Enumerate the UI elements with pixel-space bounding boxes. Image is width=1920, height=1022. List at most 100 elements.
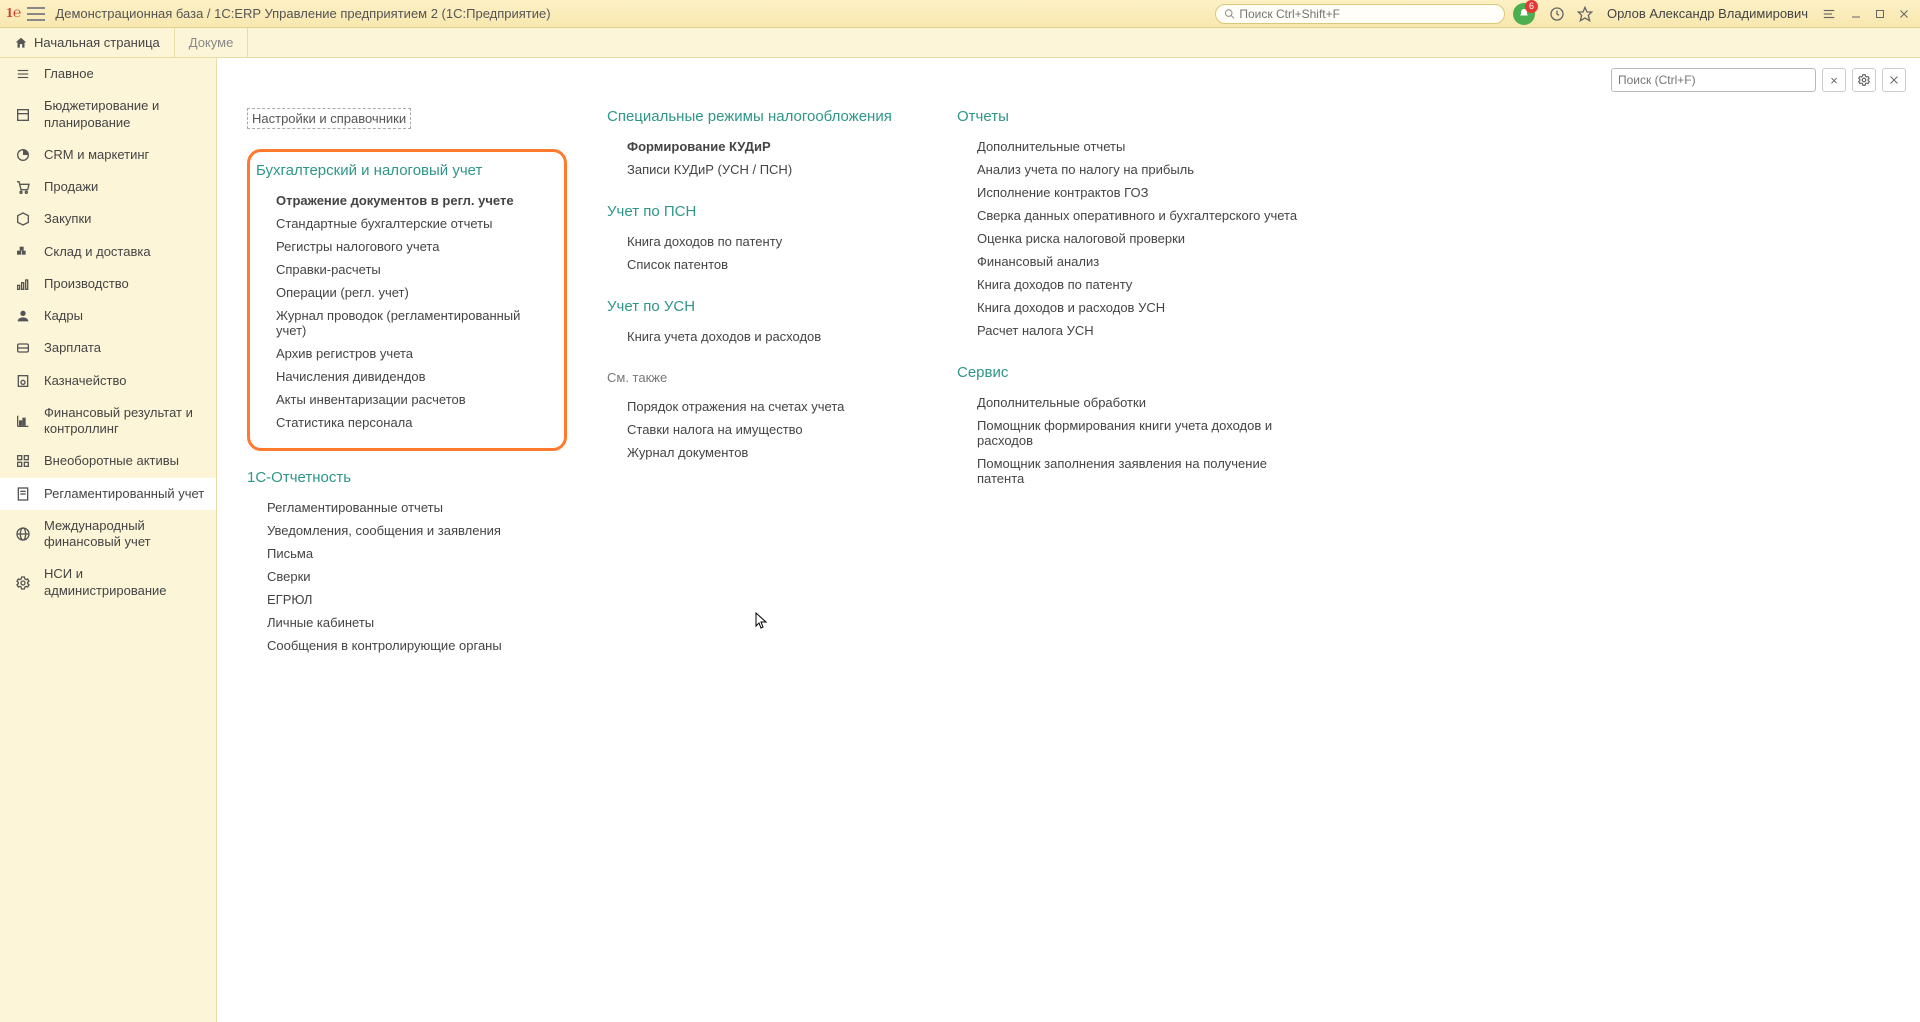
- section-1c-reporting[interactable]: 1С-Отчетность: [247, 469, 567, 486]
- content-search-input[interactable]: [1618, 73, 1809, 87]
- nav-icon: [14, 486, 32, 502]
- menu-link[interactable]: Стандартные бухгалтерские отчеты: [256, 212, 552, 235]
- nav-icon: [14, 107, 32, 123]
- menu-link[interactable]: Книга учета доходов и расходов: [607, 325, 917, 348]
- minimize-icon: [1850, 8, 1862, 20]
- menu-link[interactable]: Книга доходов по патенту: [607, 230, 917, 253]
- sidebar-item-2[interactable]: CRM и маркетинг: [0, 139, 216, 171]
- global-search-input[interactable]: [1239, 7, 1496, 21]
- tab-documents-partial[interactable]: Докуме: [175, 28, 249, 57]
- menu-link[interactable]: ЕГРЮЛ: [247, 588, 567, 611]
- global-search[interactable]: [1215, 4, 1505, 24]
- sidebar-item-7[interactable]: Кадры: [0, 300, 216, 332]
- sidebar-item-3[interactable]: Продажи: [0, 171, 216, 203]
- menu-link[interactable]: Записи КУДиР (УСН / ПСН): [607, 158, 917, 181]
- sidebar-item-6[interactable]: Производство: [0, 268, 216, 300]
- menu-link[interactable]: Книга доходов по патенту: [957, 273, 1317, 296]
- sidebar-item-label: Кадры: [44, 308, 83, 324]
- minimize-button[interactable]: [1846, 4, 1866, 24]
- sidebar-item-8[interactable]: Зарплата: [0, 332, 216, 364]
- notification-count: 6: [1525, 0, 1538, 13]
- menu-link[interactable]: Дополнительные отчеты: [957, 135, 1317, 158]
- menu-link[interactable]: Статистика персонала: [256, 411, 552, 434]
- main-menu-burger[interactable]: [27, 7, 45, 21]
- menu-link[interactable]: Акты инвентаризации расчетов: [256, 388, 552, 411]
- favorites-button[interactable]: [1577, 6, 1593, 22]
- sidebar-item-label: Зарплата: [44, 340, 101, 356]
- sidebar-item-11[interactable]: Внеоборотные активы: [0, 445, 216, 477]
- nav-icon: [14, 308, 32, 324]
- section-reports[interactable]: Отчеты: [957, 108, 1317, 125]
- menu-link[interactable]: Помощник формирования книги учета доходо…: [957, 414, 1317, 452]
- menu-link[interactable]: Сообщения в контролирующие органы: [247, 634, 567, 657]
- sidebar-item-4[interactable]: Закупки: [0, 203, 216, 235]
- column-2: Специальные режимы налогообложения Форми…: [607, 108, 917, 486]
- close-button[interactable]: [1894, 4, 1914, 24]
- menu-lines-icon: [1822, 7, 1836, 21]
- menu-link[interactable]: Журнал проводок (регламентированный учет…: [256, 304, 552, 342]
- menu-link[interactable]: Сверки: [247, 565, 567, 588]
- menu-link[interactable]: Отражение документов в регл. учете: [256, 189, 552, 212]
- menu-link[interactable]: Письма: [247, 542, 567, 565]
- menu-link[interactable]: Порядок отражения на счетах учета: [607, 395, 917, 418]
- content-close-button[interactable]: [1882, 68, 1906, 92]
- sidebar-item-10[interactable]: Финансовый результат и контроллинг: [0, 397, 216, 446]
- star-icon: [1577, 6, 1593, 22]
- menu-link[interactable]: Сверка данных оперативного и бухгалтерск…: [957, 204, 1317, 227]
- sidebar-item-label: Бюджетирование и планирование: [44, 98, 206, 131]
- settings-and-refs-link[interactable]: Настройки и справочники: [247, 108, 411, 129]
- content-search[interactable]: [1611, 68, 1816, 92]
- menu-link[interactable]: Расчет налога УСН: [957, 319, 1317, 342]
- menu-link[interactable]: Журнал документов: [607, 441, 917, 464]
- menu-link[interactable]: Справки-расчеты: [256, 258, 552, 281]
- menu-link[interactable]: Формирование КУДиР: [607, 135, 917, 158]
- menu-link[interactable]: Операции (регл. учет): [256, 281, 552, 304]
- menu-link[interactable]: Регистры налогового учета: [256, 235, 552, 258]
- menu-link[interactable]: Архив регистров учета: [256, 342, 552, 365]
- sidebar-item-0[interactable]: Главное: [0, 58, 216, 90]
- sidebar-item-14[interactable]: НСИ и администрирование: [0, 558, 216, 607]
- section-service[interactable]: Сервис: [957, 364, 1317, 381]
- menu-link[interactable]: Дополнительные обработки: [957, 391, 1317, 414]
- content-area: × Настройки и справочники Бухгалтерский …: [217, 58, 1920, 1022]
- username[interactable]: Орлов Александр Владимирович: [1607, 6, 1808, 21]
- section-accounting-tax[interactable]: Бухгалтерский и налоговый учет: [256, 162, 552, 179]
- sidebar-item-label: Финансовый результат и контроллинг: [44, 405, 206, 438]
- section-psn[interactable]: Учет по ПСН: [607, 203, 917, 220]
- tab-home[interactable]: Начальная страница: [0, 28, 175, 57]
- content-search-clear[interactable]: ×: [1822, 68, 1846, 92]
- menu-link[interactable]: Помощник заполнения заявления на получен…: [957, 452, 1317, 490]
- sidebar-item-label: Международный финансовый учет: [44, 518, 206, 551]
- section-usn[interactable]: Учет по УСН: [607, 298, 917, 315]
- maximize-button[interactable]: [1870, 4, 1890, 24]
- menu-link[interactable]: Ставки налога на имущество: [607, 418, 917, 441]
- menu-link[interactable]: Уведомления, сообщения и заявления: [247, 519, 567, 542]
- tabs-bar: Начальная страница Докуме: [0, 28, 1920, 58]
- nav-icon: [14, 453, 32, 469]
- sidebar-item-5[interactable]: Склад и доставка: [0, 236, 216, 268]
- nav-icon: [14, 211, 32, 227]
- sidebar-item-13[interactable]: Международный финансовый учет: [0, 510, 216, 559]
- sidebar-item-12[interactable]: Регламентированный учет: [0, 478, 216, 510]
- menu-link[interactable]: Анализ учета по налогу на прибыль: [957, 158, 1317, 181]
- nav-icon: [14, 67, 32, 81]
- menu-link[interactable]: Личные кабинеты: [247, 611, 567, 634]
- sidebar-item-label: Производство: [44, 276, 129, 292]
- history-button[interactable]: [1549, 6, 1565, 22]
- content-settings-button[interactable]: [1852, 68, 1876, 92]
- menu-link[interactable]: Финансовый анализ: [957, 250, 1317, 273]
- menu-link[interactable]: Книга доходов и расходов УСН: [957, 296, 1317, 319]
- menu-link[interactable]: Исполнение контрактов ГОЗ: [957, 181, 1317, 204]
- section-special-tax-modes[interactable]: Специальные режимы налогообложения: [607, 108, 917, 125]
- close-icon: [1898, 8, 1910, 20]
- sidebar-item-9[interactable]: Казначейство: [0, 365, 216, 397]
- menu-link[interactable]: Оценка риска налоговой проверки: [957, 227, 1317, 250]
- menu-link[interactable]: Начисления дивидендов: [256, 365, 552, 388]
- nav-icon: [14, 413, 32, 429]
- menu-link[interactable]: Список патентов: [607, 253, 917, 276]
- sidebar-item-1[interactable]: Бюджетирование и планирование: [0, 90, 216, 139]
- notifications-button[interactable]: 6: [1513, 3, 1535, 25]
- menu-lines-button[interactable]: [1822, 7, 1836, 21]
- menu-link[interactable]: Регламентированные отчеты: [247, 496, 567, 519]
- clear-icon: ×: [1830, 73, 1838, 88]
